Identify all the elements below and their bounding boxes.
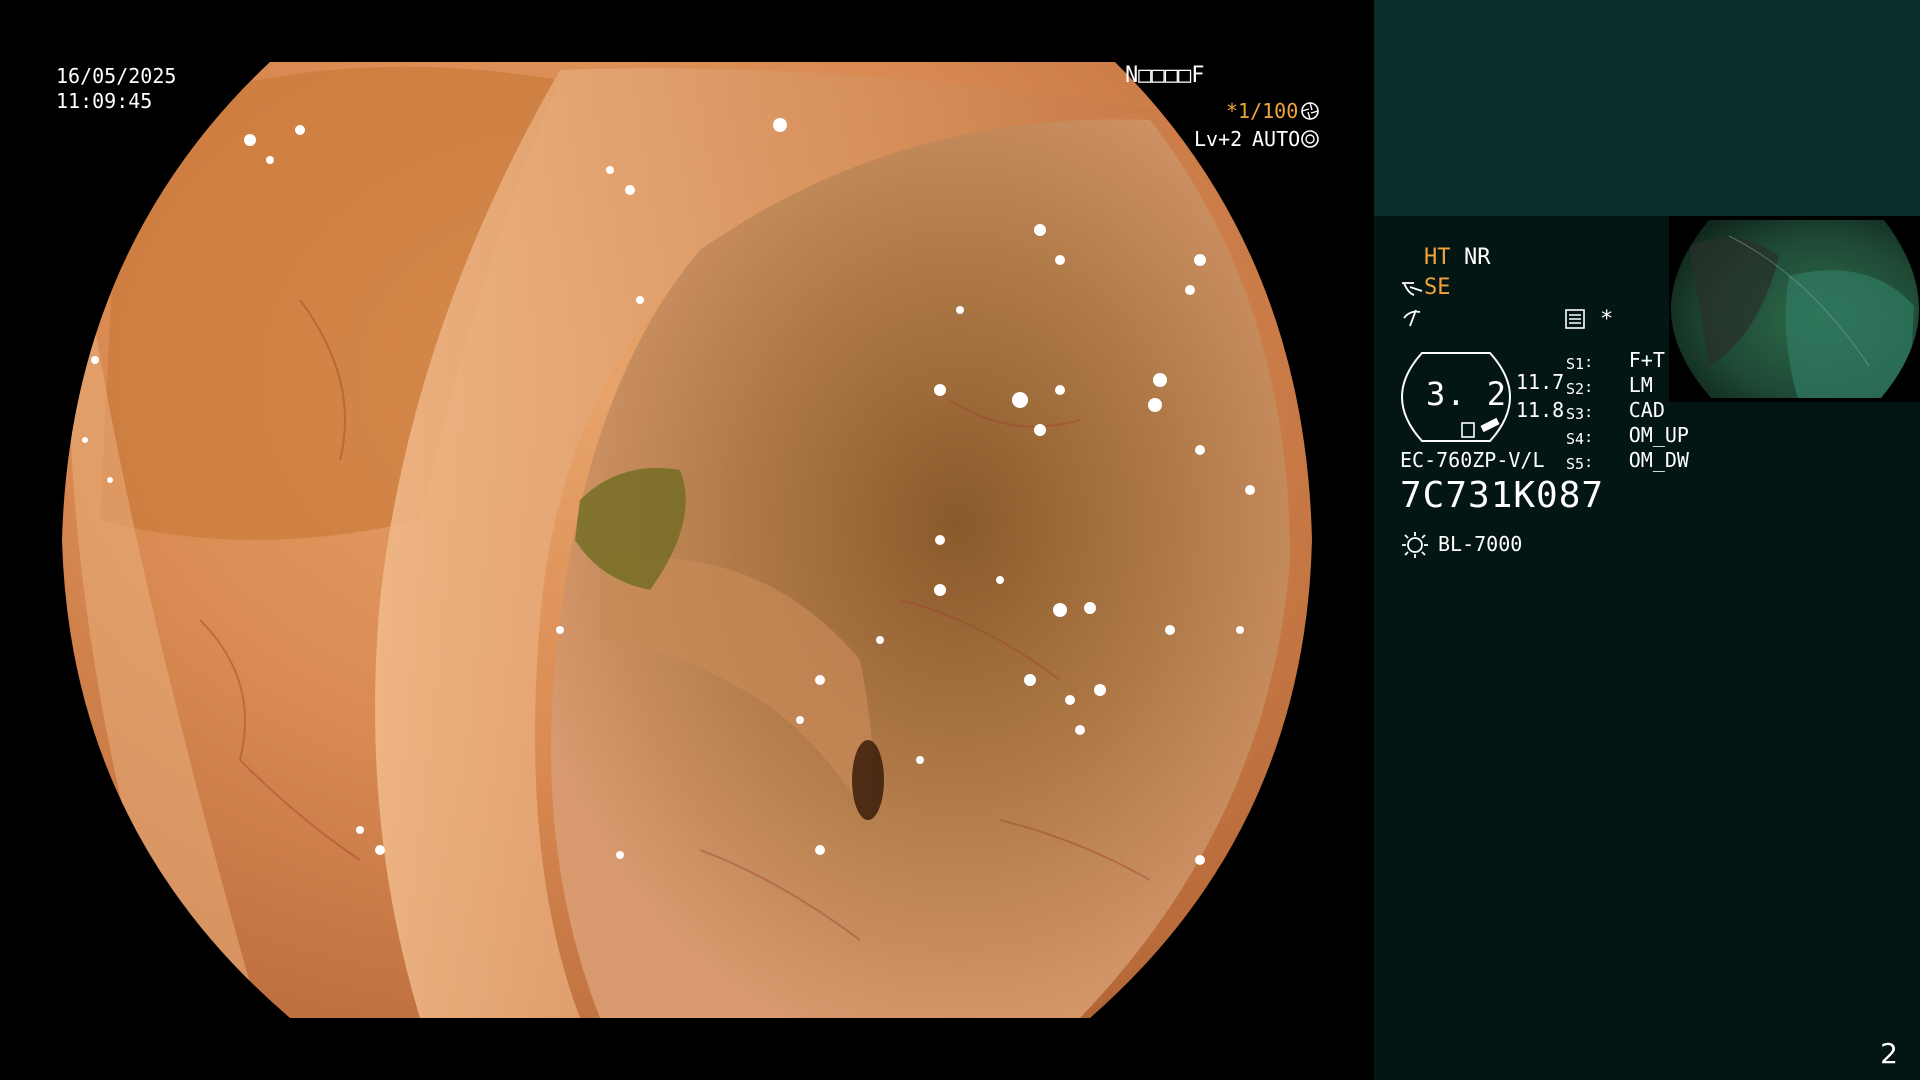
switch-key: S4 [1566,430,1585,448]
enhance-icon [1402,282,1423,296]
thumbnail-image [1671,220,1919,398]
level-readout: Lv+2 [1194,127,1243,151]
memory-card-icon [1565,309,1585,329]
freeze-icon [1403,309,1421,327]
time-readout: 11:09:45 [56,89,153,113]
scope-value: 3. 2 [1426,375,1508,413]
switch-key: S1 [1566,355,1585,373]
switch-row: S1: F+T [1566,348,1665,373]
switch-key: S5 [1566,455,1585,473]
iris-icon [1301,130,1319,148]
switch-row: S2: LM [1566,373,1653,398]
value-2: 11.8 [1516,398,1565,422]
switch-row: S3: CAD [1566,398,1665,423]
panel-header-area [1374,0,1920,216]
date-readout: 16/05/2025 [56,64,177,88]
switch-value: CAD [1628,398,1665,422]
page-number: 2 [1880,1037,1898,1070]
switch-row: S5: OM_DW [1566,448,1689,473]
switch-key: S2 [1566,380,1585,398]
switch-value: OM_DW [1628,448,1689,472]
mode-code: N□□□□F [1125,63,1205,88]
switch-row: S4: OM_UP [1566,423,1689,448]
light-source-model: BL-7000 [1438,532,1523,556]
colon-image [62,62,1312,1018]
aperture-icon [1301,102,1319,120]
switch-key: S3 [1566,405,1585,423]
switch-value: F+T [1628,348,1665,372]
scope-model: EC-760ZP-V/L [1400,448,1545,472]
se-indicator: SE [1424,275,1451,300]
switch-value: LM [1628,373,1653,397]
ht-indicator: HT [1424,245,1451,270]
light-source-icon [1402,532,1428,558]
star-indicator: * [1600,307,1614,332]
nr-indicator: NR [1464,245,1491,270]
switch-value: OM_UP [1628,423,1689,447]
shutter-readout: *1/100 [1226,99,1299,123]
scope-serial: 7C731K087 [1400,475,1605,516]
value-1: 11.7 [1516,370,1565,394]
iris-readout: AUTO [1252,127,1301,151]
endoscopic-view: 16/05/2025 11:09:45 N□□□□F *1/100 Lv+2 A… [0,0,1372,1080]
endoscopy-screen: 16/05/2025 11:09:45 N□□□□F *1/100 Lv+2 A… [0,0,1920,1080]
info-panel: HT NR SE * 3. 2 11.7 11.8 S1: F+T S2: LM… [1374,0,1920,1080]
capture-thumbnail[interactable] [1669,216,1920,402]
